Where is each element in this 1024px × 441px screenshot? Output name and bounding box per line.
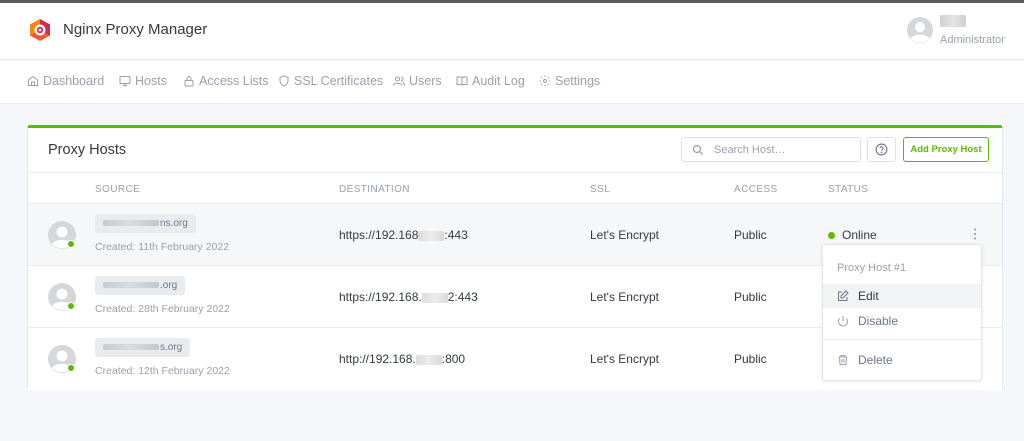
- status-indicator: Online: [828, 228, 877, 242]
- search-input[interactable]: [714, 142, 854, 158]
- nav-audit-log[interactable]: Audit Log: [456, 74, 525, 88]
- table-header: SOURCE DESTINATION SSL ACCESS STATUS: [28, 172, 1002, 204]
- destination-prefix: https://192.168: [339, 228, 419, 242]
- nav-users-label: Users: [409, 74, 442, 88]
- nav-hosts[interactable]: Hosts: [119, 74, 167, 88]
- search-box[interactable]: [681, 137, 861, 162]
- redacted-text: [103, 282, 159, 289]
- redacted-text: [103, 344, 159, 351]
- destination-prefix: http://192.168.: [339, 352, 416, 366]
- destination-suffix: :443: [444, 228, 468, 242]
- column-header-status: STATUS: [828, 184, 869, 195]
- destination-prefix: https://192.168.: [339, 290, 422, 304]
- nav-access-lists-label: Access Lists: [199, 74, 269, 88]
- source-domain-badge[interactable]: .org: [95, 276, 186, 295]
- home-icon: [28, 75, 38, 86]
- nav-audit-log-label: Audit Log: [472, 74, 525, 88]
- nav-settings[interactable]: Settings: [539, 74, 600, 88]
- created-date: Created: 11th February 2022: [95, 241, 230, 253]
- nav-users[interactable]: Users: [393, 74, 442, 88]
- row-actions-button[interactable]: [970, 226, 980, 242]
- power-icon: [838, 316, 848, 327]
- dropdown-item-label: Edit: [858, 289, 879, 303]
- nav-ssl-certificates-label: SSL Certificates: [294, 74, 384, 88]
- users-icon: [393, 76, 405, 86]
- status-label: Online: [842, 228, 877, 242]
- destination: https://192.168. 2:443: [339, 290, 478, 304]
- nav-dashboard[interactable]: Dashboard: [27, 74, 104, 88]
- help-icon: [875, 143, 888, 156]
- redacted-text: [421, 292, 448, 303]
- nav-dashboard-label: Dashboard: [43, 74, 105, 88]
- ssl-provider: Let's Encrypt: [590, 228, 659, 242]
- row-actions-dropdown: Proxy Host #1 Edit Disable Delete: [822, 244, 982, 381]
- access-level: Public: [734, 352, 767, 366]
- book-icon: [456, 76, 468, 86]
- online-indicator: [67, 302, 75, 310]
- monitor-icon: [119, 76, 131, 86]
- dropdown-item-edit[interactable]: Edit: [823, 284, 981, 308]
- trash-icon: [838, 355, 848, 365]
- dropdown-item-label: Delete: [858, 353, 893, 367]
- destination-suffix: :800: [441, 352, 466, 366]
- settings-icon: [539, 75, 551, 87]
- dropdown-header: Proxy Host #1: [837, 262, 907, 274]
- more-vertical-icon: [973, 228, 977, 240]
- shield-icon: [279, 75, 289, 87]
- card-title: Proxy Hosts: [48, 142, 127, 158]
- redacted-text: [418, 230, 445, 241]
- edit-icon: [838, 290, 849, 301]
- created-date: Created: 12th February 2022: [95, 365, 230, 377]
- help-button[interactable]: [867, 137, 896, 162]
- app-title[interactable]: Nginx Proxy Manager: [63, 21, 207, 38]
- column-header-destination: DESTINATION: [339, 184, 410, 195]
- access-level: Public: [734, 228, 767, 242]
- source-domain-badge[interactable]: s.org: [95, 338, 191, 357]
- destination-suffix: 2:443: [447, 290, 478, 304]
- dropdown-item-label: Disable: [858, 314, 899, 328]
- online-indicator: [67, 364, 75, 372]
- ssl-provider: Let's Encrypt: [590, 352, 659, 366]
- source-domain-suffix: s.org: [160, 342, 183, 353]
- redacted-text: [103, 220, 159, 227]
- dropdown-item-delete[interactable]: Delete: [823, 348, 981, 372]
- redacted-text: [415, 354, 442, 365]
- online-indicator: [67, 240, 75, 248]
- nginx-proxy-manager-logo[interactable]: [28, 18, 52, 42]
- nav-access-lists[interactable]: Access Lists: [183, 74, 268, 88]
- destination: http://192.168. :800: [339, 352, 465, 366]
- column-header-source: SOURCE: [95, 184, 141, 195]
- nav-ssl-certificates[interactable]: SSL Certificates: [278, 74, 383, 88]
- source-domain-suffix: ns.org: [160, 218, 188, 229]
- source-domain-suffix: .org: [160, 280, 178, 291]
- user-role: Administrator: [940, 34, 1005, 46]
- main-nav: Dashboard Hosts Access Lists SSL Certifi…: [0, 61, 1024, 104]
- access-level: Public: [734, 290, 767, 304]
- user-name[interactable]: ████: [940, 15, 966, 27]
- add-proxy-host-button[interactable]: Add Proxy Host: [903, 137, 989, 162]
- lock-icon: [184, 76, 194, 87]
- column-header-ssl: SSL: [590, 184, 611, 195]
- user-avatar-icon[interactable]: [907, 17, 933, 43]
- ssl-provider: Let's Encrypt: [590, 290, 659, 304]
- nav-settings-label: Settings: [555, 74, 601, 88]
- search-icon: [692, 144, 703, 155]
- nav-hosts-label: Hosts: [135, 74, 167, 88]
- created-date: Created: 28th February 2022: [95, 303, 230, 315]
- header: Nginx Proxy Manager ████ Administrator: [0, 3, 1024, 60]
- dropdown-divider: [823, 339, 981, 340]
- dropdown-item-disable[interactable]: Disable: [823, 309, 981, 333]
- destination: https://192.168 :443: [339, 228, 468, 242]
- source-domain-badge[interactable]: ns.org: [95, 214, 196, 233]
- status-dot: [828, 231, 835, 239]
- column-header-access: ACCESS: [734, 184, 778, 195]
